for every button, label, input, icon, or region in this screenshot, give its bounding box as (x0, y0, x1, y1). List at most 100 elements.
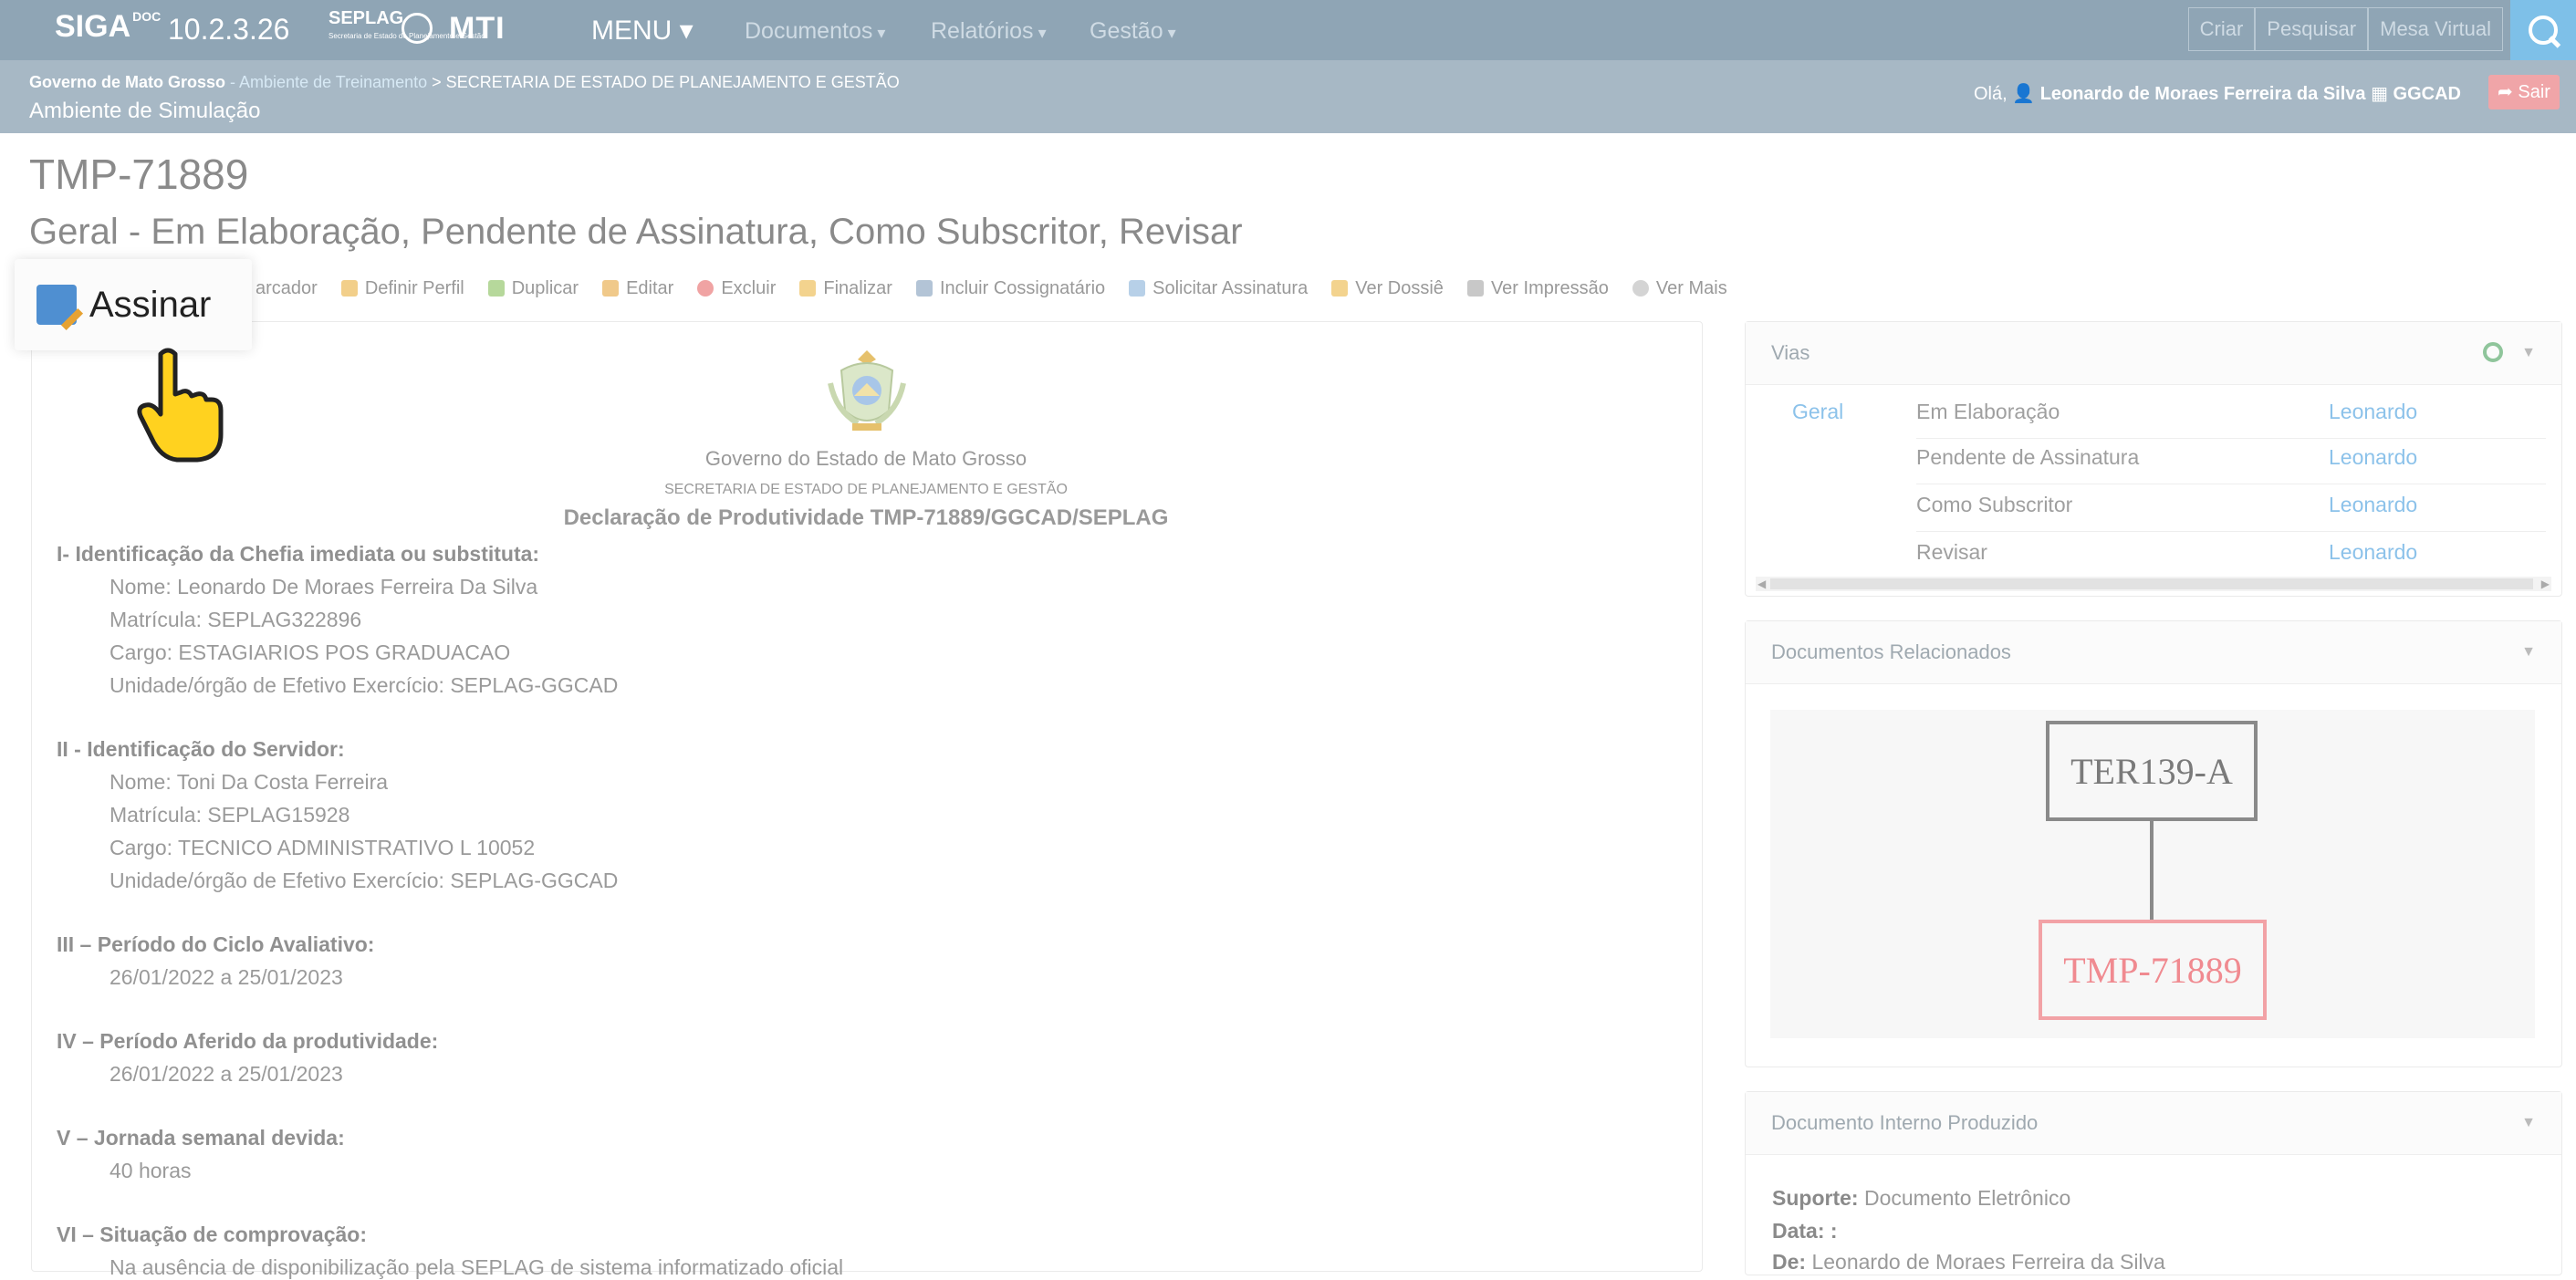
scrollbar-thumb[interactable] (1770, 578, 2533, 589)
document-header-government: Governo do Estado de Mato Grosso (704, 447, 1027, 470)
field-line: Unidade/órgão de Efetivo Exercício: SEPL… (110, 869, 619, 892)
eye-icon (1632, 280, 1649, 297)
field-line: Cargo: TECNICO ADMINISTRATIVO L 10052 (110, 836, 536, 859)
folder-icon (1331, 280, 1349, 297)
ver-impressao-button[interactable]: Ver Impressão (1466, 278, 1609, 299)
section-heading: II - Identificação do Servidor: (57, 737, 345, 761)
excluir-button[interactable]: Excluir (697, 278, 776, 299)
duplicate-icon (487, 280, 505, 297)
mesa-virtual-button[interactable]: Mesa Virtual (2368, 7, 2503, 51)
user-icon: 👤 (2012, 84, 2036, 104)
pesquisar-button[interactable]: Pesquisar (2255, 7, 2369, 51)
user-greeting: Olá, 👤 Leonardo de Moraes Ferreira da Si… (1974, 84, 2461, 104)
data-field: Data: : (1772, 1219, 1838, 1243)
top-navbar: SIGA DOC 10.2.3.26 SEPLAG Secretaria de Es… (0, 0, 2576, 60)
sign-document-icon (37, 285, 77, 325)
ver-dossie-button[interactable]: Ver Dossiê (1331, 278, 1444, 299)
breadcrumb: Governo de Mato Grosso - Ambiente de Tre… (29, 73, 900, 91)
chevron-down-icon[interactable]: ▼ (2521, 1092, 2536, 1154)
internal-document-panel: Documento Interno Produzido ▼ (1745, 1091, 2562, 1275)
document-header-secretariat: SECRETARIA DE ESTADO DE PLANEJAMENTO E G… (664, 482, 1068, 497)
via-user-link[interactable]: Leonardo (2329, 400, 2417, 424)
field-line: Cargo: ESTAGIARIOS POS GRADUACAO (110, 640, 511, 664)
users-icon (915, 280, 933, 297)
solicitar-assinatura-button[interactable]: Solicitar Assinatura (1129, 278, 1308, 299)
field-line: Matrícula: SEPLAG15928 (110, 803, 350, 827)
divider (1916, 531, 2546, 532)
field-line: Matrícula: SEPLAG322896 (110, 608, 362, 631)
seal-icon (402, 13, 433, 44)
nav-gestao[interactable]: Gestão (1090, 18, 1176, 45)
search-button[interactable] (2510, 0, 2576, 60)
siga-logo[interactable]: SIGA DOC (55, 9, 161, 45)
marcador-button[interactable]: arcador (256, 278, 318, 299)
chevron-down-icon[interactable]: ▼ (2521, 322, 2536, 384)
document-title: Declaração de Produtividade TMP-71889/GG… (563, 505, 1169, 530)
via-user-link[interactable]: Leonardo (2329, 445, 2417, 470)
section-heading: IV – Período Aferido da produtividade: (57, 1029, 439, 1053)
via-status: Como Subscritor (1916, 493, 2073, 516)
section-heading: III – Período do Ciclo Avaliativo: (57, 932, 375, 956)
horizontal-scrollbar[interactable]: ◀ ▶ (1756, 577, 2551, 591)
field-line: 26/01/2022 a 25/01/2023 (110, 965, 343, 989)
document-status: Geral - Em Elaboração, Pendente de Assin… (29, 212, 1243, 252)
field-line: Nome: Toni Da Costa Ferreira (110, 770, 389, 794)
section-heading: I- Identificação da Chefia imediata ou s… (57, 542, 540, 566)
version-label: 10.2.3.26 (168, 13, 290, 46)
scroll-right-icon[interactable]: ▶ (2541, 577, 2550, 591)
printer-icon (1466, 280, 1484, 297)
section-heading: V – Jornada semanal devida: (57, 1126, 345, 1150)
refresh-icon[interactable] (2483, 342, 2503, 362)
chevron-down-icon[interactable]: ▼ (2521, 621, 2536, 683)
field-line: Unidade/órgão de Efetivo Exercício: SEPL… (110, 673, 619, 697)
graph-edge (2150, 821, 2154, 920)
menu-dropdown[interactable]: MENU ▾ (591, 15, 694, 47)
nav-relatorios[interactable]: Relatórios (931, 18, 1047, 45)
profile-icon (340, 280, 358, 297)
page-title: TMP-71889 (29, 151, 249, 198)
logout-icon: ➦ (2498, 82, 2513, 102)
via-status: Em Elaboração (1916, 400, 2060, 423)
assinar-button[interactable]: Assinar (15, 259, 252, 350)
duplicar-button[interactable]: Duplicar (487, 278, 579, 299)
de-field: De: Leonardo de Moraes Ferreira da Silva (1772, 1250, 2165, 1274)
field-line: 26/01/2022 a 25/01/2023 (110, 1062, 343, 1086)
via-user-link[interactable]: Leonardo (2329, 493, 2417, 517)
pointer-hand-icon (137, 348, 224, 463)
internal-document-header[interactable]: Documento Interno Produzido ▼ (1746, 1092, 2561, 1155)
logout-button[interactable]: ➦ Sair (2488, 75, 2560, 109)
context-bar: Governo de Mato Grosso - Ambiente de Tre… (0, 60, 2576, 133)
field-line: 40 horas (110, 1159, 192, 1182)
via-status: Revisar (1916, 540, 1987, 564)
environment-label: Ambiente de Simulação (29, 99, 261, 123)
document-toolbar: arcador Definir Perfil Duplicar Editar E… (27, 270, 1751, 307)
building-icon: ▦ (2371, 84, 2388, 104)
definir-perfil-button[interactable]: Definir Perfil (340, 278, 464, 299)
vias-header[interactable]: Vias ▼ (1746, 322, 2561, 385)
field-line: Na ausência de disponibilização pela SEP… (110, 1255, 844, 1279)
via-status: Pendente de Assinatura (1916, 445, 2140, 469)
incluir-cossignatario-button[interactable]: Incluir Cossignatário (915, 278, 1105, 299)
vias-panel: Vias ▼ (1745, 321, 2562, 597)
document-sign-icon (1129, 280, 1146, 297)
suporte-field: Suporte: Documento Eletrônico (1772, 1186, 2071, 1210)
criar-button[interactable]: Criar (2187, 7, 2256, 51)
editar-button[interactable]: Editar (602, 278, 673, 299)
related-doc-parent[interactable]: TER139-A (2046, 721, 2258, 821)
field-line: Nome: Leonardo De Moraes Ferreira Da Sil… (110, 575, 538, 598)
top-actions: Criar Pesquisar Mesa Virtual (2187, 7, 2503, 51)
via-link-geral[interactable]: Geral (1792, 400, 1843, 424)
nav-documentos[interactable]: Documentos (745, 18, 885, 45)
scroll-left-icon[interactable]: ◀ (1757, 577, 1766, 591)
section-heading: VI – Situação de comprovação: (57, 1223, 368, 1246)
related-doc-current[interactable]: TMP-71889 (2039, 920, 2267, 1020)
lock-icon (799, 280, 817, 297)
ver-mais-button[interactable]: Ver Mais (1632, 278, 1727, 299)
finalizar-button[interactable]: Finalizar (799, 278, 892, 299)
search-icon (2529, 16, 2558, 45)
mti-logo: MTI (449, 11, 506, 46)
via-user-link[interactable]: Leonardo (2329, 540, 2417, 565)
related-documents-header[interactable]: Documentos Relacionados ▼ (1746, 621, 2561, 684)
pencil-icon (602, 280, 620, 297)
state-crest-icon (828, 350, 906, 431)
